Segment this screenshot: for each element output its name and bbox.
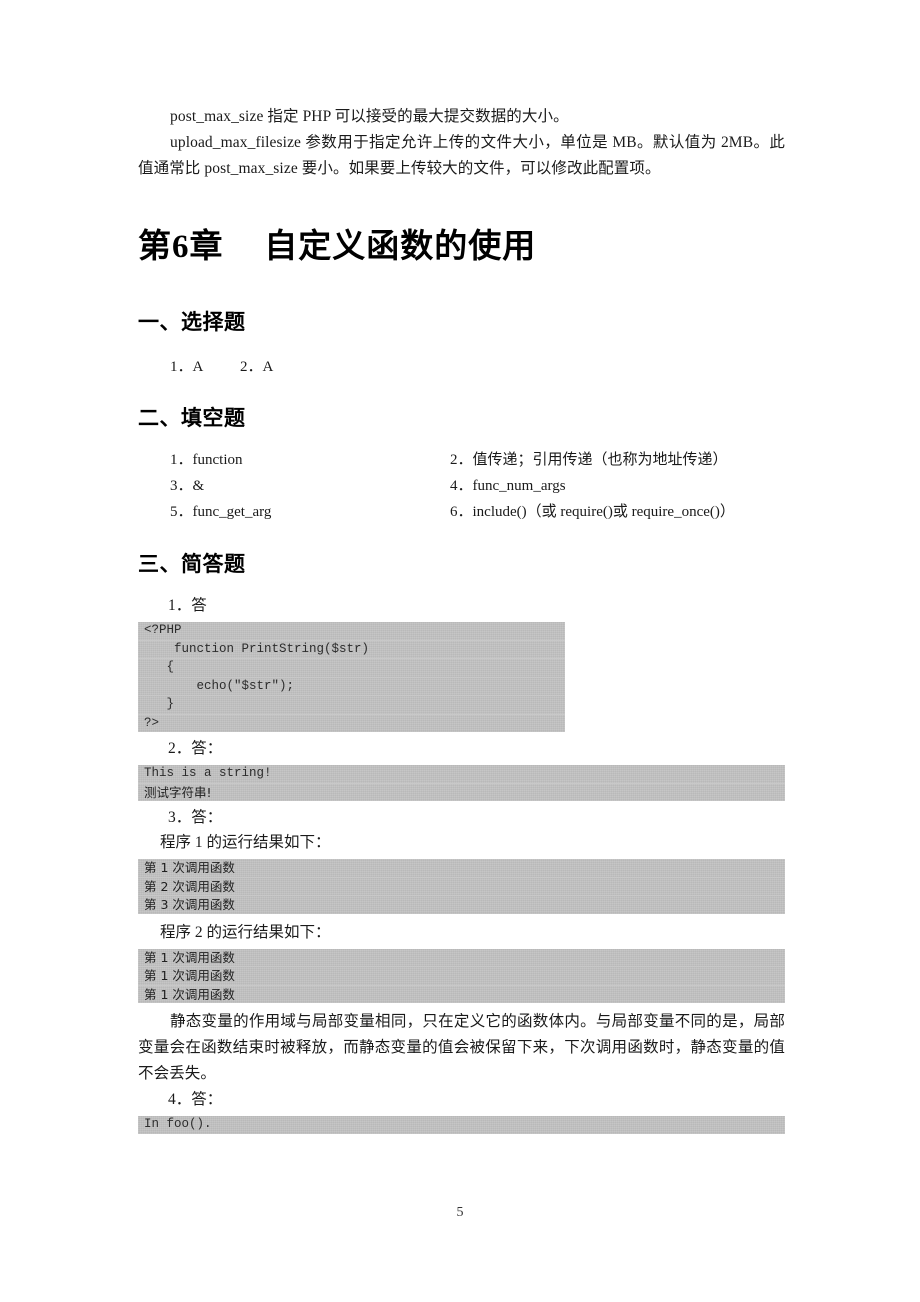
section-heading-choice: 一、选择题 (138, 311, 246, 334)
chapter-title-text: 自定义函数的使用 (264, 227, 537, 264)
code-line: } (138, 696, 565, 715)
code-line: This is a string! (138, 765, 785, 784)
intro-paragraph-2: upload_max_filesize 参数用于指定允许上传的文件大小，单位是 … (138, 134, 785, 177)
code-line: In foo(). (144, 1117, 212, 1131)
fill-in-answer-4: 4．func_num_args (450, 478, 566, 494)
code-block-3: 第 1 次调用函数 第 2 次调用函数 第 3 次调用函数 (138, 859, 785, 914)
program-2-intro: 程序 2 的运行结果如下： (160, 923, 331, 941)
document-page: post_max_size 指定 PHP 可以接受的最大提交数据的大小。 upl… (0, 0, 920, 1302)
chapter-suffix: 章 (189, 227, 224, 264)
fill-in-row: 3．& 4．func_num_args (138, 473, 785, 499)
short-answer-label-1: 1．答 (168, 597, 207, 614)
fill-in-answer-3: 3．& (170, 478, 205, 494)
code-line: 第 1 次调用函数 (138, 859, 785, 878)
code-line: 第 1 次调用函数 (138, 967, 785, 986)
code-line: <?PHP (138, 622, 565, 641)
short-answer-label-2: 2．答： (168, 740, 223, 757)
page-number: 5 (456, 1205, 464, 1220)
code-line: 测试字符串! (144, 784, 212, 800)
fill-in-row: 5．func_get_arg 6．include()（或 require()或 … (138, 499, 785, 525)
choice-answers: 1．A 2．A (170, 359, 274, 375)
section-heading-fill-in: 二、填空题 (138, 407, 246, 430)
page-content: post_max_size 指定 PHP 可以接受的最大提交数据的大小。 upl… (138, 104, 785, 1134)
section-heading-short-answer: 三、简答题 (138, 553, 246, 576)
short-answer-label-4: 4．答： (168, 1091, 223, 1108)
code-line: { (138, 659, 565, 678)
fill-in-answer-5: 5．func_get_arg (170, 504, 272, 520)
fill-in-row: 1．function 2．值传递；引用传递（也称为地址传递） (138, 447, 785, 473)
code-block-1: <?PHP function PrintString($str) { echo(… (138, 622, 565, 732)
code-block-2: This is a string! 测试字符串! (138, 765, 785, 801)
code-block-5: In foo(). (138, 1116, 785, 1134)
chapter-prefix: 第 (138, 227, 172, 264)
chapter-number: 6 (172, 229, 190, 265)
program-1-intro: 程序 1 的运行结果如下： (160, 834, 331, 851)
static-variable-explanation: 静态变量的作用域与局部变量相同，只在定义它的函数体内。与局部变量不同的是，局部变… (138, 1013, 785, 1082)
code-line: ?> (144, 715, 160, 730)
code-block-4: 第 1 次调用函数 第 1 次调用函数 第 1 次调用函数 (138, 948, 785, 1003)
fill-in-answer-6: 6．include()（或 require()或 require_once()） (450, 504, 735, 520)
fill-in-answer-2: 2．值传递；引用传递（也称为地址传递） (450, 452, 728, 468)
chapter-title: 第6章 自定义函数的使用 (138, 226, 785, 267)
fill-in-answer-1: 1．function (170, 452, 243, 468)
code-line: 第 3 次调用函数 (144, 897, 235, 912)
short-answer-label-3: 3．答： (168, 809, 223, 826)
code-line: 第 2 次调用函数 (138, 878, 785, 896)
code-line: 第 1 次调用函数 (138, 949, 785, 967)
code-line: 第 1 次调用函数 (144, 986, 235, 1002)
code-line: function PrintString($str) (138, 641, 565, 659)
intro-paragraph-1: post_max_size 指定 PHP 可以接受的最大提交数据的大小。 (170, 108, 569, 125)
code-line: echo("$str"); (138, 678, 565, 696)
